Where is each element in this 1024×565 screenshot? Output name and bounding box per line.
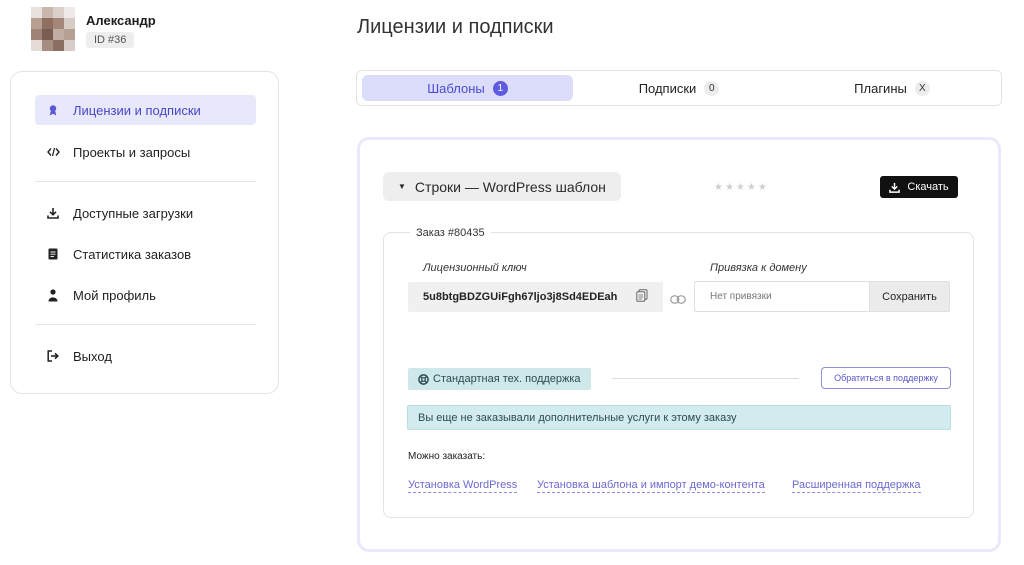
service-link-install-wordpress[interactable]: Установка WordPress <box>408 479 518 493</box>
sidebar-item-label: Проекты и запросы <box>73 144 191 160</box>
download-icon <box>889 182 901 193</box>
sidebar-item-label: Мой профиль <box>73 287 156 303</box>
triangle-down-icon: ▼ <box>398 182 406 191</box>
sidebar-item-label: Лицензии и подписки <box>73 102 201 118</box>
sidebar-item-downloads[interactable]: Доступные загрузки <box>35 198 256 228</box>
sidebar-divider <box>35 181 256 182</box>
divider <box>612 378 799 379</box>
contact-support-button[interactable]: Обратиться в поддержку <box>821 367 951 389</box>
user-icon <box>45 287 61 303</box>
download-button[interactable]: Скачать <box>880 176 958 198</box>
sidebar-item-order-stats[interactable]: Статистика заказов <box>35 239 256 269</box>
sidebar-item-licenses[interactable]: Лицензии и подписки <box>35 95 256 125</box>
sidebar-item-label: Доступные загрузки <box>73 205 194 221</box>
sidebar-divider <box>35 324 256 325</box>
sidebar-item-label: Статистика заказов <box>73 246 192 262</box>
user-name: Александр <box>86 13 156 28</box>
tab-subscriptions[interactable]: Подписки 0 <box>579 75 779 101</box>
can-order-label: Можно заказать: <box>408 451 486 462</box>
support-label: Стандартная тех. поддержка <box>433 373 581 385</box>
download-label: Скачать <box>907 181 949 193</box>
tab-count-badge: 0 <box>704 80 720 96</box>
product-name: Строки — WordPress шаблон <box>414 178 606 195</box>
sidebar: Лицензии и подписки Проекты и запросы До… <box>10 71 279 394</box>
tab-templates[interactable]: Шаблоны 1 <box>362 75 573 101</box>
page-title: Лицензии и подписки <box>357 16 554 38</box>
rating-stars[interactable]: ★★★★★ <box>714 182 769 193</box>
logout-icon <box>45 348 61 364</box>
domain-input[interactable] <box>694 281 869 312</box>
service-link-install-template[interactable]: Установка шаблона и импорт демо-контента <box>537 479 765 493</box>
license-key-label: Лицензионный ключ <box>423 262 527 274</box>
tab-plugins[interactable]: Плагины X <box>787 75 997 101</box>
product-accordion-toggle[interactable]: ▼ Строки — WordPress шаблон <box>383 172 621 201</box>
license-icon <box>45 102 61 118</box>
tab-label: Плагины <box>854 80 907 96</box>
document-icon <box>45 246 61 262</box>
tab-count-badge: 1 <box>492 80 508 96</box>
save-button[interactable]: Сохранить <box>869 281 950 312</box>
tab-label: Шаблоны <box>427 80 485 96</box>
tab-label: Подписки <box>638 80 697 96</box>
sidebar-item-profile[interactable]: Мой профиль <box>35 280 256 310</box>
download-icon <box>45 205 61 221</box>
avatar <box>31 7 75 51</box>
service-link-extended-support[interactable]: Расширенная поддержка <box>792 479 921 493</box>
copy-icon[interactable] <box>636 289 648 307</box>
code-icon <box>45 144 61 160</box>
tab-count-badge: X <box>914 80 930 96</box>
link-icon <box>670 291 686 309</box>
sidebar-item-logout[interactable]: Выход <box>35 341 256 371</box>
support-badge: Стандартная тех. поддержка <box>408 368 591 390</box>
info-alert: Вы еще не заказывали дополнительные услу… <box>407 405 951 430</box>
lifebuoy-icon <box>418 373 429 385</box>
sidebar-item-label: Выход <box>73 348 112 364</box>
tab-bar: Шаблоны 1 Подписки 0 Плагины X <box>356 70 1002 106</box>
license-key-value[interactable]: 5u8btgBDZGUiFgh67ljo3j8Sd4EDEah <box>408 282 663 312</box>
sidebar-item-projects[interactable]: Проекты и запросы <box>35 137 256 167</box>
user-id-badge: ID #36 <box>86 32 135 48</box>
domain-binding-label: Привязка к домену <box>710 262 807 274</box>
order-number: Заказ #80435 <box>410 227 491 239</box>
